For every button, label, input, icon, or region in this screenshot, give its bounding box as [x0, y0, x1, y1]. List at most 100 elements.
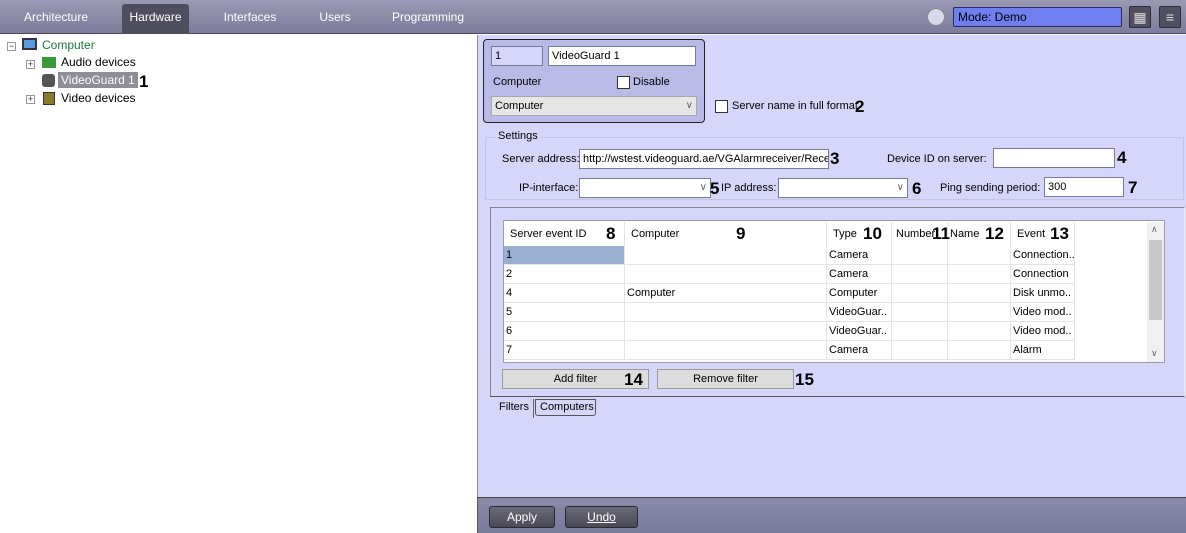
table-cell[interactable]: Connection.. — [1011, 246, 1075, 265]
disable-checkbox[interactable] — [617, 76, 630, 89]
table-cell[interactable] — [948, 284, 1011, 303]
object-name-field[interactable]: VideoGuard 1 — [548, 46, 696, 66]
server-address-label: Server address: — [502, 153, 580, 165]
ip-address-select[interactable]: ∨ — [778, 178, 908, 198]
apply-button[interactable]: Apply — [489, 506, 555, 528]
object-header-box: 1 VideoGuard 1 Computer Disable Computer… — [483, 39, 705, 123]
settings-title: Settings — [496, 130, 540, 142]
table-cell[interactable]: 5 — [504, 303, 625, 322]
server-address-input[interactable]: http://wstest.videoguard.ae/VGAlarmrecei… — [579, 149, 829, 169]
table-cell[interactable] — [948, 303, 1011, 322]
tree-node-video-devices[interactable]: Video devices — [61, 90, 136, 106]
table-cell[interactable]: Camera — [827, 246, 892, 265]
annotation-10: 10 — [863, 224, 882, 243]
tab-architecture[interactable]: Architecture — [14, 4, 98, 34]
annotation-15: 15 — [795, 370, 814, 389]
table-cell[interactable] — [892, 303, 948, 322]
tab-programming[interactable]: Programming — [390, 4, 466, 34]
annotation-3: 3 — [830, 149, 840, 168]
table-cell[interactable] — [892, 246, 948, 265]
tree-node-computer[interactable]: Computer — [42, 37, 95, 53]
device-id-input[interactable] — [993, 148, 1115, 168]
table-cell[interactable] — [892, 265, 948, 284]
undo-button[interactable]: Undo — [565, 506, 638, 528]
server-full-name-checkbox[interactable] — [715, 100, 728, 113]
table-cell[interactable]: 7 — [504, 341, 625, 360]
table-cell[interactable]: Video mod.. — [1011, 322, 1075, 341]
scroll-down-icon[interactable]: ∨ — [1151, 348, 1158, 359]
table-cell[interactable]: Alarm — [1011, 341, 1075, 360]
table-cell[interactable] — [948, 322, 1011, 341]
parent-label: Computer — [493, 76, 542, 88]
column-header-computer[interactable]: Computer — [625, 222, 827, 247]
scrollbar-thumb[interactable] — [1149, 240, 1162, 320]
expand-icon[interactable]: + — [26, 95, 35, 104]
annotation-9: 9 — [736, 224, 746, 243]
chevron-down-icon: ∨ — [699, 182, 707, 193]
table-cell[interactable]: Video mod.. — [1011, 303, 1075, 322]
column-header-type[interactable]: Type — [827, 222, 892, 247]
layout-grid-icon[interactable]: ▦ — [1129, 6, 1151, 28]
table-scrollbar[interactable]: ∧ ∨ — [1147, 222, 1164, 362]
audio-card-icon — [42, 57, 56, 68]
annotation-6: 6 — [912, 179, 922, 198]
filters-table: Server event ID Computer Type Number Nam… — [503, 220, 1165, 363]
tab-interfaces[interactable]: Interfaces — [218, 4, 282, 34]
table-cell[interactable] — [625, 341, 827, 360]
menu-icon[interactable]: ≡ — [1159, 6, 1181, 28]
table-cell[interactable] — [892, 322, 948, 341]
table-cell[interactable] — [892, 341, 948, 360]
table-cell[interactable] — [625, 246, 827, 265]
object-id-field[interactable]: 1 — [491, 46, 543, 66]
collapse-icon[interactable]: − — [7, 42, 16, 51]
ip-address-label: IP address: — [721, 182, 777, 194]
table-cell[interactable] — [948, 265, 1011, 284]
table-cell[interactable]: 4 — [504, 284, 625, 303]
expand-icon[interactable]: + — [26, 60, 35, 69]
video-chip-icon — [43, 92, 55, 105]
ip-interface-select[interactable]: ∨ — [579, 178, 711, 198]
scroll-up-icon[interactable]: ∧ — [1151, 224, 1158, 235]
ping-period-label: Ping sending period: — [940, 182, 1041, 194]
tab-hardware[interactable]: Hardware — [122, 4, 189, 34]
server-full-name-label: Server name in full format — [732, 100, 858, 112]
annotation-12: 12 — [985, 224, 1004, 243]
table-cell[interactable]: 1 — [504, 246, 625, 265]
table-cell[interactable]: Camera — [827, 265, 892, 284]
table-cell[interactable]: 2 — [504, 265, 625, 284]
subtab-computers[interactable]: Computers — [535, 399, 596, 416]
tab-users[interactable]: Users — [310, 4, 360, 34]
top-bar: Architecture Hardware Interfaces Users P… — [0, 0, 1186, 34]
table-cell[interactable] — [948, 341, 1011, 360]
table-cell[interactable]: VideoGuar.. — [827, 303, 892, 322]
table-cell[interactable]: Camera — [827, 341, 892, 360]
bottom-bar: Apply Undo — [477, 497, 1186, 533]
table-cell[interactable] — [892, 284, 948, 303]
ping-period-input[interactable]: 300 — [1044, 177, 1124, 197]
annotation-5: 5 — [710, 179, 720, 198]
table-cell[interactable]: VideoGuar.. — [827, 322, 892, 341]
annotation-11: 11 — [932, 224, 950, 243]
annotation-7: 7 — [1128, 178, 1138, 197]
chevron-down-icon: ∨ — [685, 100, 693, 111]
settings-hub-icon[interactable] — [927, 8, 945, 26]
table-cell[interactable]: Disk unmo.. — [1011, 284, 1075, 303]
annotation-13: 13 — [1050, 224, 1069, 243]
mode-indicator: Mode: Demo — [953, 7, 1122, 27]
chevron-down-icon: ∨ — [896, 182, 904, 193]
table-cell[interactable]: Computer — [827, 284, 892, 303]
table-cell[interactable] — [625, 303, 827, 322]
remove-filter-button[interactable]: Remove filter — [657, 369, 794, 389]
table-cell[interactable] — [625, 265, 827, 284]
table-cell[interactable] — [948, 246, 1011, 265]
subtab-filters[interactable]: Filters — [494, 399, 534, 418]
tree-node-audio-devices[interactable]: Audio devices — [61, 54, 136, 70]
parent-select-value: Computer — [495, 100, 544, 112]
table-cell[interactable]: 6 — [504, 322, 625, 341]
disable-label: Disable — [633, 76, 670, 88]
table-cell[interactable]: Connection — [1011, 265, 1075, 284]
tree-node-videoguard[interactable]: VideoGuard 1 — [58, 72, 138, 88]
parent-select[interactable]: Computer ∨ — [491, 96, 697, 116]
table-cell[interactable] — [625, 322, 827, 341]
table-cell[interactable]: Computer — [625, 284, 827, 303]
